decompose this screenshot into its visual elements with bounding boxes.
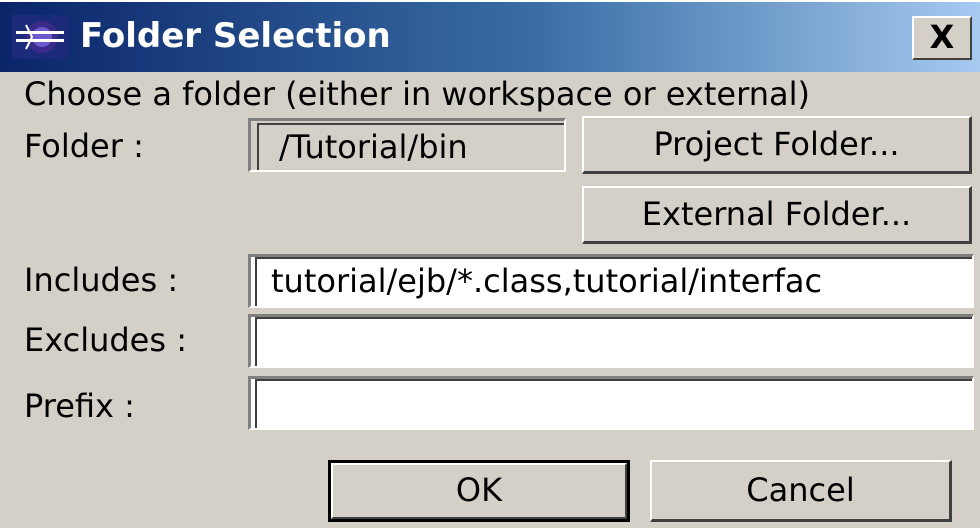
app-icon	[12, 15, 68, 59]
title-bar[interactable]: Folder Selection X	[0, 0, 980, 72]
excludes-input[interactable]	[248, 314, 974, 368]
includes-label: Includes :	[24, 261, 179, 299]
includes-input[interactable]: tutorial/ejb/*.class,tutorial/interfac	[248, 254, 974, 308]
external-folder-button[interactable]: External Folder...	[582, 186, 972, 244]
excludes-label: Excludes :	[24, 321, 187, 359]
close-button[interactable]: X	[912, 16, 972, 60]
ok-button-label: OK	[331, 463, 627, 519]
folder-label: Folder :	[24, 127, 144, 165]
folder-field: /Tutorial/bin	[248, 118, 566, 172]
includes-value: tutorial/ejb/*.class,tutorial/interfac	[271, 262, 823, 300]
prefix-input[interactable]	[248, 376, 974, 430]
instruction-text: Choose a folder (either in workspace or …	[24, 75, 810, 113]
ok-button[interactable]: OK	[328, 460, 630, 522]
window-title: Folder Selection	[80, 16, 391, 56]
cancel-button[interactable]: Cancel	[650, 460, 952, 522]
folder-value: /Tutorial/bin	[279, 128, 468, 166]
prefix-label: Prefix :	[24, 387, 135, 425]
project-folder-button[interactable]: Project Folder...	[582, 116, 972, 174]
